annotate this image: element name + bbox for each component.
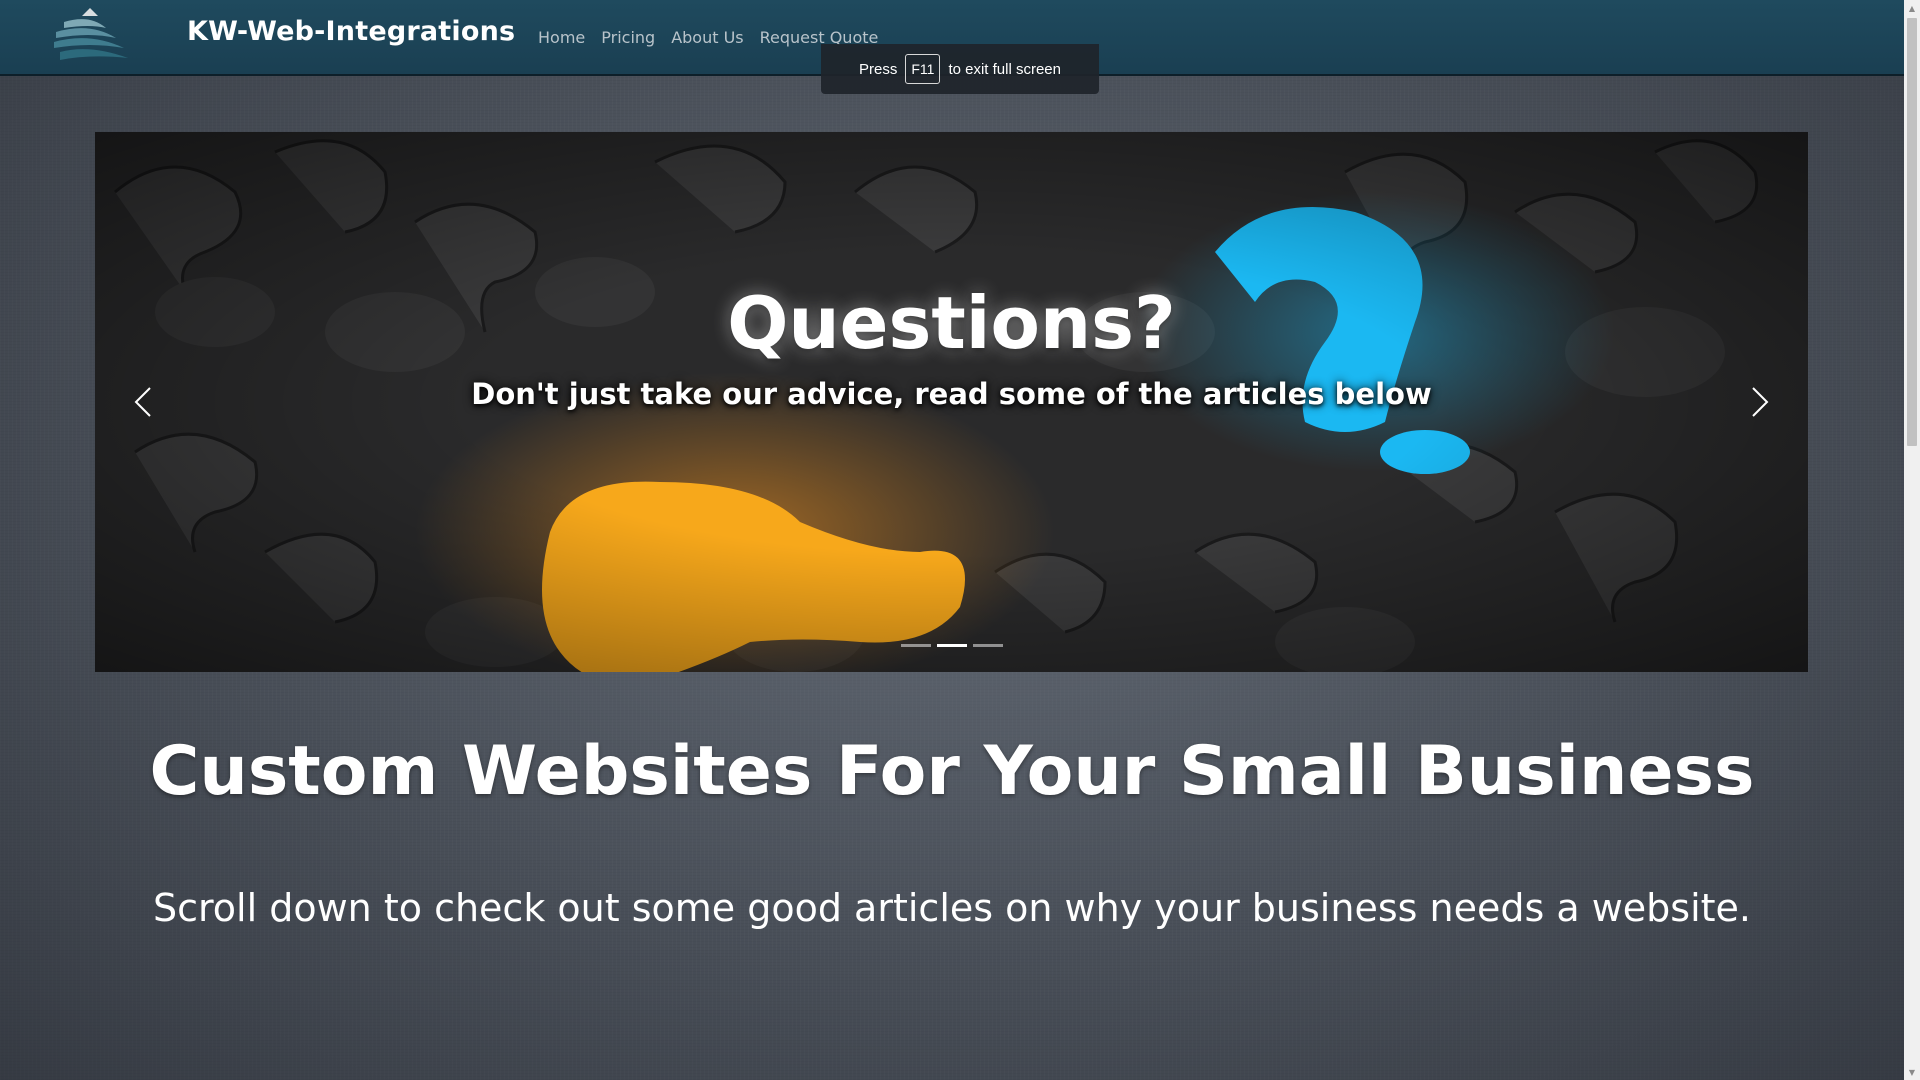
- nav-link-pricing[interactable]: Pricing: [601, 28, 655, 47]
- page-scrollbar[interactable]: ▲ ▼: [1904, 0, 1920, 1080]
- carousel-indicator-1[interactable]: [900, 644, 931, 647]
- fullscreen-notice-key: F11: [905, 54, 941, 84]
- scroll-up-arrow-icon[interactable]: ▲: [1904, 0, 1920, 16]
- carousel-next-button[interactable]: [1730, 372, 1790, 432]
- carousel-indicator-2[interactable]: [936, 644, 967, 647]
- nav-link-home[interactable]: Home: [538, 28, 585, 47]
- main-subheading: Scroll down to check out some good artic…: [152, 886, 1751, 930]
- main-heading: Custom Websites For Your Small Business: [149, 732, 1755, 811]
- fullscreen-notice: Press F11 to exit full screen: [821, 44, 1099, 94]
- carousel-prev-button[interactable]: [113, 372, 173, 432]
- carousel-indicator-3[interactable]: [972, 644, 1003, 647]
- slide-title: Questions?: [727, 281, 1176, 365]
- hero-carousel: Questions? Don't just take our advice, r…: [95, 132, 1808, 672]
- stacked-layers-logo-icon[interactable]: [50, 6, 130, 64]
- carousel-indicators: [95, 644, 1808, 647]
- brand-title[interactable]: KW-Web-Integrations: [187, 16, 515, 47]
- chevron-right-icon: [1752, 387, 1769, 417]
- carousel-caption: Questions? Don't just take our advice, r…: [95, 281, 1808, 412]
- scroll-down-arrow-icon[interactable]: ▼: [1904, 1064, 1920, 1080]
- chevron-left-icon: [134, 387, 151, 417]
- fullscreen-notice-prefix: Press: [859, 60, 898, 78]
- nav-link-about-us[interactable]: About Us: [671, 28, 743, 47]
- scrollbar-thumb[interactable]: [1907, 18, 1917, 446]
- fullscreen-notice-suffix: to exit full screen: [948, 60, 1061, 78]
- slide-subtitle: Don't just take our advice, read some of…: [471, 377, 1432, 412]
